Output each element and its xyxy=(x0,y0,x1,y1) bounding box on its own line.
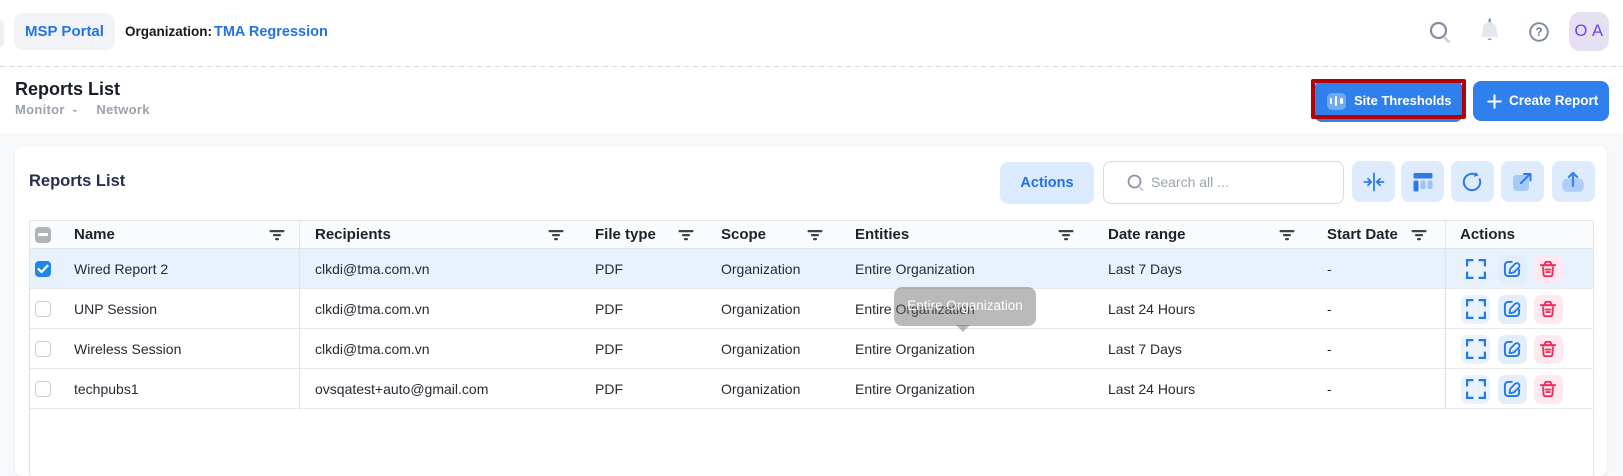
svg-text:?: ? xyxy=(1535,27,1542,39)
